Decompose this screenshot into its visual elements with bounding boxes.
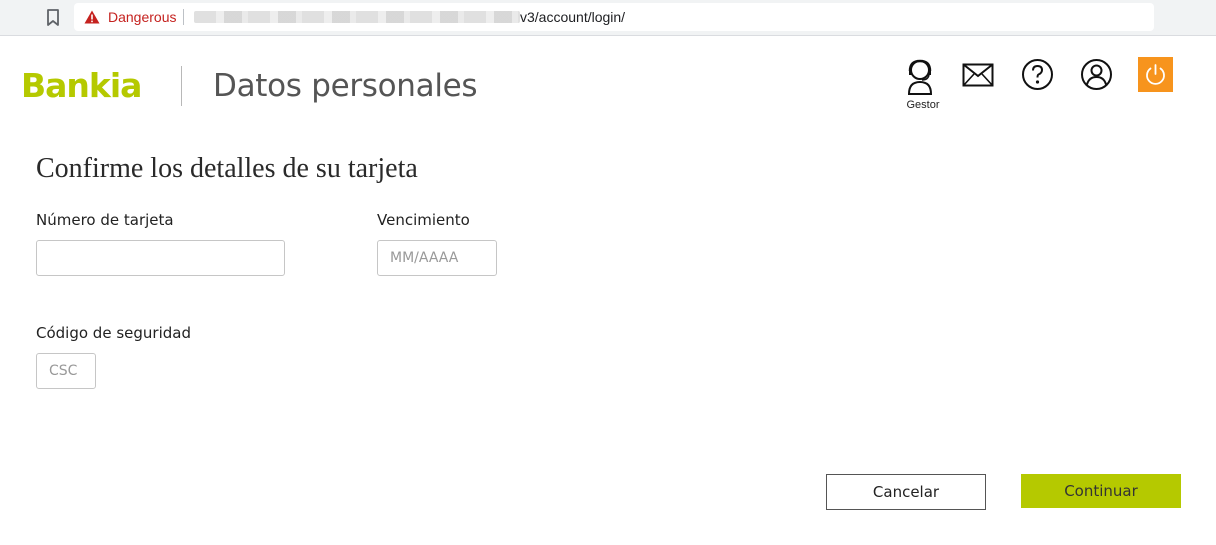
bookmark-icon[interactable]: [46, 9, 60, 27]
cancel-button[interactable]: Cancelar: [826, 474, 986, 510]
power-icon: [1146, 64, 1165, 85]
security-code-label: Código de seguridad: [36, 324, 191, 342]
form-heading: Confirme los detalles de su tarjeta: [36, 153, 418, 184]
warning-icon: [84, 10, 100, 24]
gestor-icon[interactable]: [904, 58, 938, 98]
expiry-label: Vencimiento: [377, 211, 470, 229]
omnibox-divider: [183, 9, 184, 25]
card-number-label: Número de tarjeta: [36, 211, 174, 229]
svg-text:Bankia: Bankia: [21, 67, 141, 103]
card-number-input[interactable]: [36, 240, 285, 276]
page-title: Datos personales: [213, 68, 478, 104]
mail-icon[interactable]: [962, 63, 994, 87]
security-code-input[interactable]: [36, 353, 96, 389]
help-icon[interactable]: [1021, 58, 1054, 91]
gestor-label: Gestor: [906, 99, 940, 111]
url-text[interactable]: v3/account/login/: [520, 9, 625, 25]
continue-button[interactable]: Continuar: [1021, 474, 1181, 508]
logout-button[interactable]: [1138, 57, 1173, 92]
header-divider: [181, 66, 182, 106]
url-redacted: [194, 11, 520, 23]
bankia-logo[interactable]: Bankia: [21, 67, 149, 103]
address-bar[interactable]: Dangerous v3/account/login/: [74, 3, 1154, 31]
browser-toolbar: Dangerous v3/account/login/: [0, 0, 1216, 36]
expiry-input[interactable]: [377, 240, 497, 276]
security-status-label[interactable]: Dangerous: [108, 9, 177, 25]
user-icon[interactable]: [1080, 58, 1113, 91]
